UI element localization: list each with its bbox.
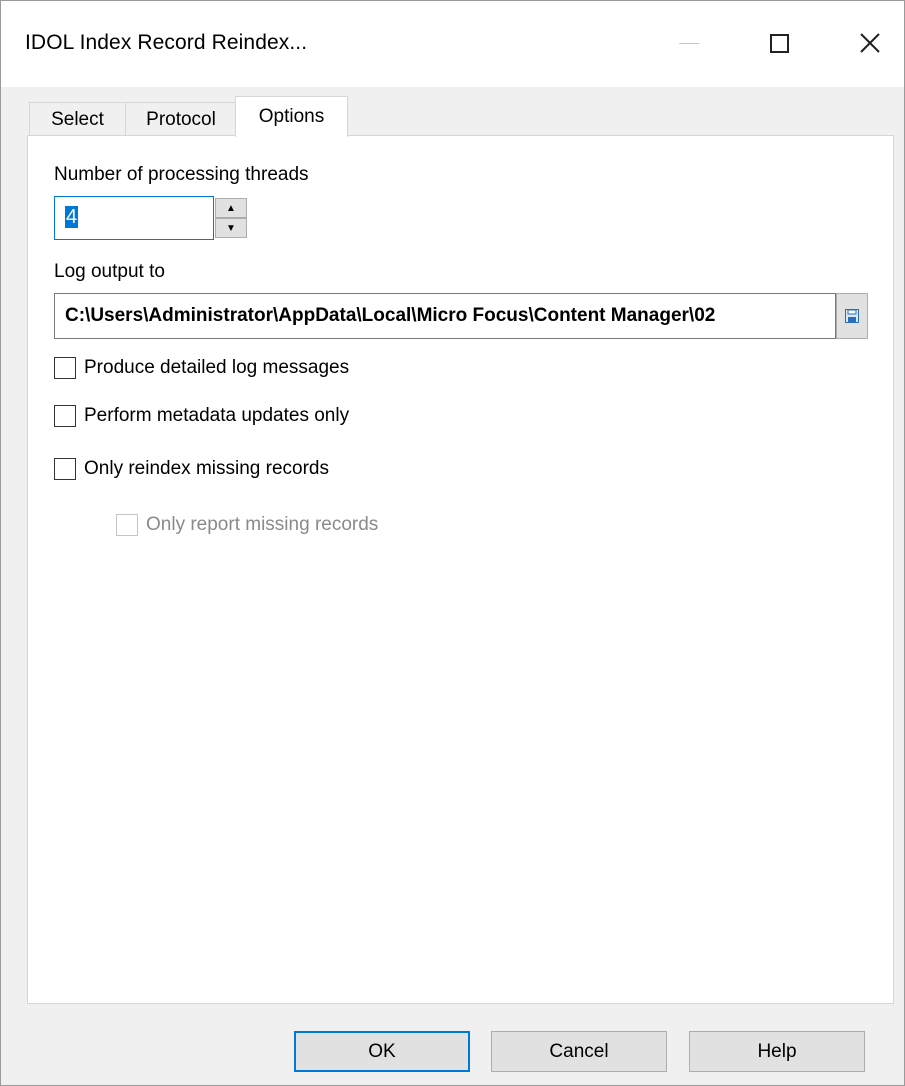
dialog-window: IDOL Index Record Reindex... Select Prot… (0, 0, 905, 1086)
threads-label: Number of processing threads (54, 164, 309, 185)
metadata-only-label: Perform metadata updates only (84, 405, 350, 426)
reindex-missing-checkbox[interactable] (54, 458, 76, 480)
report-missing-label: Only report missing records (146, 514, 379, 535)
tab-options-label: Options (258, 106, 325, 127)
reindex-missing-checkbox-row[interactable]: Only reindex missing records (54, 458, 329, 480)
tab-select[interactable]: Select (29, 102, 126, 136)
arrow-up-icon: ▲ (226, 202, 236, 214)
window-title: IDOL Index Record Reindex... (25, 31, 308, 54)
log-output-label: Log output to (54, 261, 165, 282)
maximize-icon (769, 33, 789, 53)
threads-decrement-button[interactable]: ▼ (215, 218, 247, 238)
tab-options[interactable]: Options (235, 96, 348, 137)
detailed-log-checkbox[interactable] (54, 357, 76, 379)
metadata-only-checkbox[interactable] (54, 405, 76, 427)
help-button-label: Help (757, 1040, 797, 1062)
ok-button[interactable]: OK (294, 1031, 470, 1072)
detailed-log-label: Produce detailed log messages (84, 357, 350, 378)
help-button[interactable]: Help (689, 1031, 865, 1072)
log-path-value: C:\Users\Administrator\AppData\Local\Mic… (65, 305, 716, 326)
metadata-only-checkbox-row[interactable]: Perform metadata updates only (54, 405, 349, 427)
detailed-log-checkbox-row[interactable]: Produce detailed log messages (54, 357, 349, 379)
save-icon (845, 309, 859, 323)
close-button[interactable] (848, 21, 892, 65)
browse-button[interactable] (836, 293, 868, 339)
log-path-input[interactable]: C:\Users\Administrator\AppData\Local\Mic… (54, 293, 836, 339)
report-missing-checkbox-row: Only report missing records (116, 514, 378, 536)
minimize-icon (679, 42, 699, 44)
tab-protocol[interactable]: Protocol (125, 102, 237, 136)
title-bar[interactable]: IDOL Index Record Reindex... (1, 1, 904, 87)
report-missing-checkbox (116, 514, 138, 536)
cancel-button[interactable]: Cancel (491, 1031, 667, 1072)
tab-protocol-label: Protocol (146, 108, 216, 130)
arrow-down-icon: ▼ (226, 222, 236, 234)
maximize-button[interactable] (757, 21, 801, 65)
options-panel: Number of processing threads 4 ▲ ▼ Log o… (27, 135, 894, 1004)
threads-increment-button[interactable]: ▲ (215, 198, 247, 218)
cancel-button-label: Cancel (549, 1040, 609, 1062)
threads-value: 4 (65, 206, 79, 228)
minimize-button (667, 21, 711, 65)
close-icon (860, 33, 880, 53)
reindex-missing-label: Only reindex missing records (84, 458, 329, 479)
tab-select-label: Select (51, 108, 104, 130)
ok-button-label: OK (368, 1040, 396, 1062)
threads-input[interactable]: 4 (54, 196, 214, 240)
